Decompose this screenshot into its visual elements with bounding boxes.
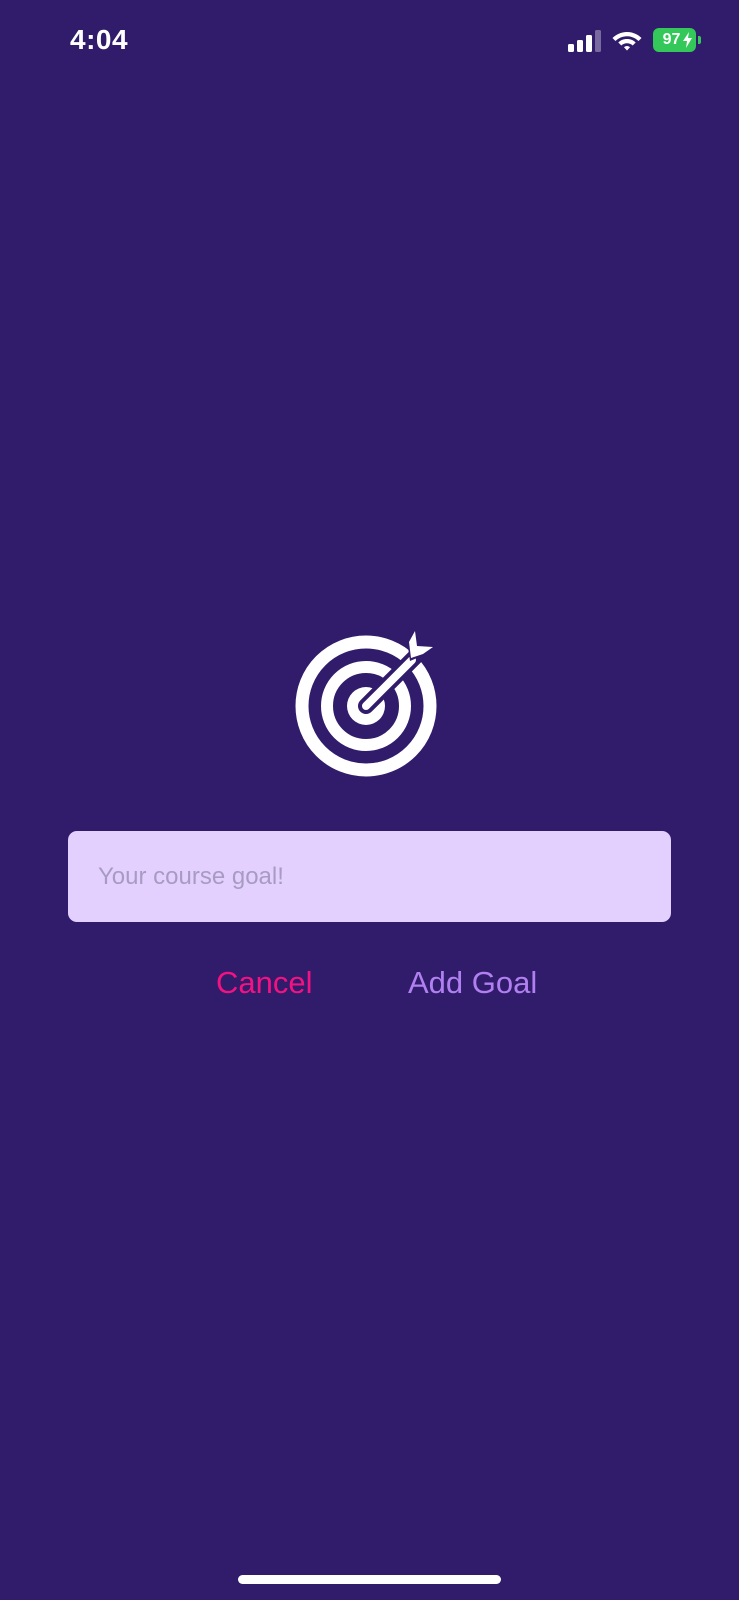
battery-icon: 97 (653, 28, 701, 52)
add-goal-button[interactable]: Add Goal (408, 958, 537, 1008)
wifi-icon (612, 32, 642, 51)
charging-bolt-icon (683, 32, 692, 48)
goal-input-screen: 4:04 97 Your course goal! Cancel Add Goa… (0, 0, 739, 1600)
cellular-signal-icon (568, 30, 601, 52)
target-with-arrow-icon (295, 628, 437, 777)
status-time: 4:04 (70, 24, 129, 55)
battery-cap (698, 36, 701, 44)
battery-body: 97 (653, 28, 696, 52)
status-bar: 4:04 97 (0, 0, 739, 82)
cancel-button[interactable]: Cancel (216, 958, 313, 1008)
action-buttons: Cancel Add Goal (0, 958, 739, 1008)
home-indicator[interactable] (238, 1575, 501, 1584)
course-goal-input[interactable] (68, 831, 671, 922)
